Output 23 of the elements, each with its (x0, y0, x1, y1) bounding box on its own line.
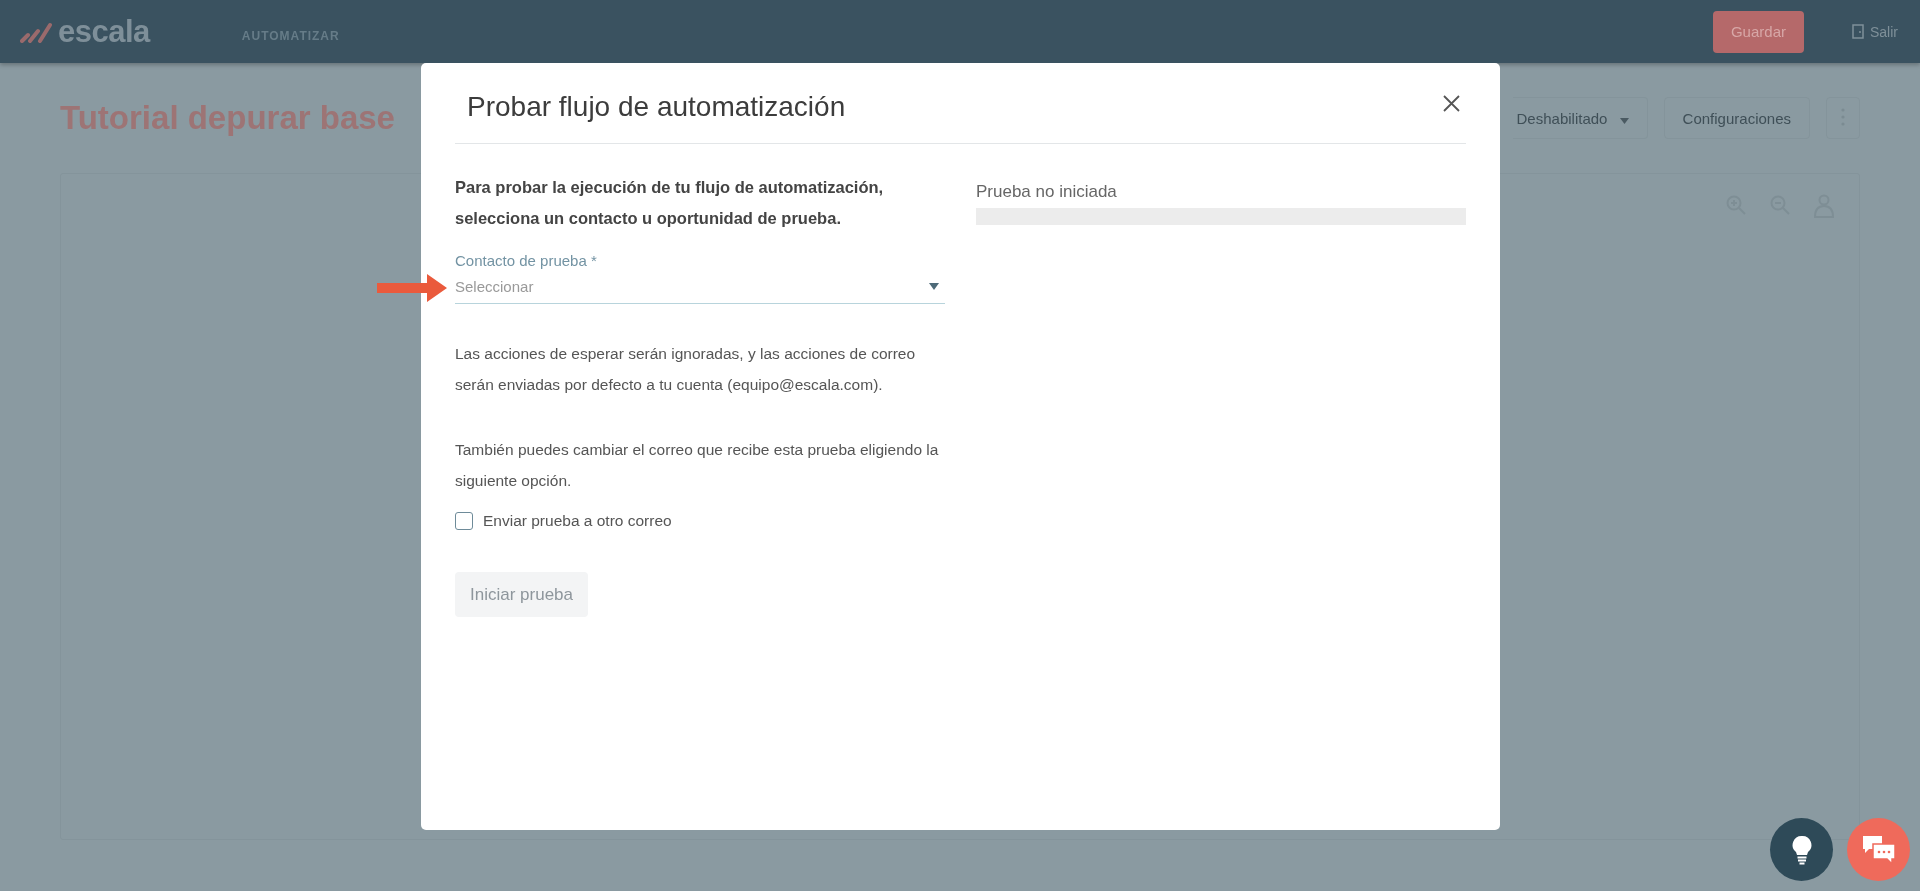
arrow-icon (377, 274, 447, 302)
caret-icon (1619, 117, 1629, 124)
settings-button[interactable]: Configuraciones (1663, 97, 1810, 139)
test-status: Prueba no iniciada (976, 182, 1118, 202)
dialog-title: Probar flujo de automatización (466, 91, 846, 123)
field-label: Contacto de prueba * (455, 252, 598, 269)
close-icon (1443, 94, 1460, 112)
caret-icon (929, 283, 939, 290)
checkbox-label: Enviar prueba a otro correo (483, 512, 672, 530)
intro-text: Para probar la ejecución de tu flujo de automatización, selecciona un contacto u oportunidad de prueba. (455, 177, 885, 229)
exit-link[interactable]: Salir (1852, 23, 1898, 40)
logo-text: escala (58, 13, 150, 50)
note-text: Las acciones de esperar serán ignoradas, y las acciones de correo serán enviadas por defecto a tu cuenta (equipo@escala.com). (455, 344, 917, 395)
status-dropdown[interactable]: Deshabilitado (1512, 97, 1648, 139)
checkbox[interactable] (455, 512, 473, 530)
send-other-email-checkbox[interactable]: Enviar prueba a otro correo (455, 512, 945, 530)
note-text: También puedes cambiar el correo que recibe esta prueba eligiendo la siguiente opción. (455, 440, 940, 491)
lightbulb-icon (1791, 834, 1812, 865)
logo-icon (20, 20, 54, 43)
save-button[interactable]: Guardar (1712, 10, 1804, 53)
door-icon (1852, 24, 1864, 39)
chat-icon (1861, 834, 1896, 865)
contact-select[interactable]: Seleccionar (455, 269, 945, 304)
